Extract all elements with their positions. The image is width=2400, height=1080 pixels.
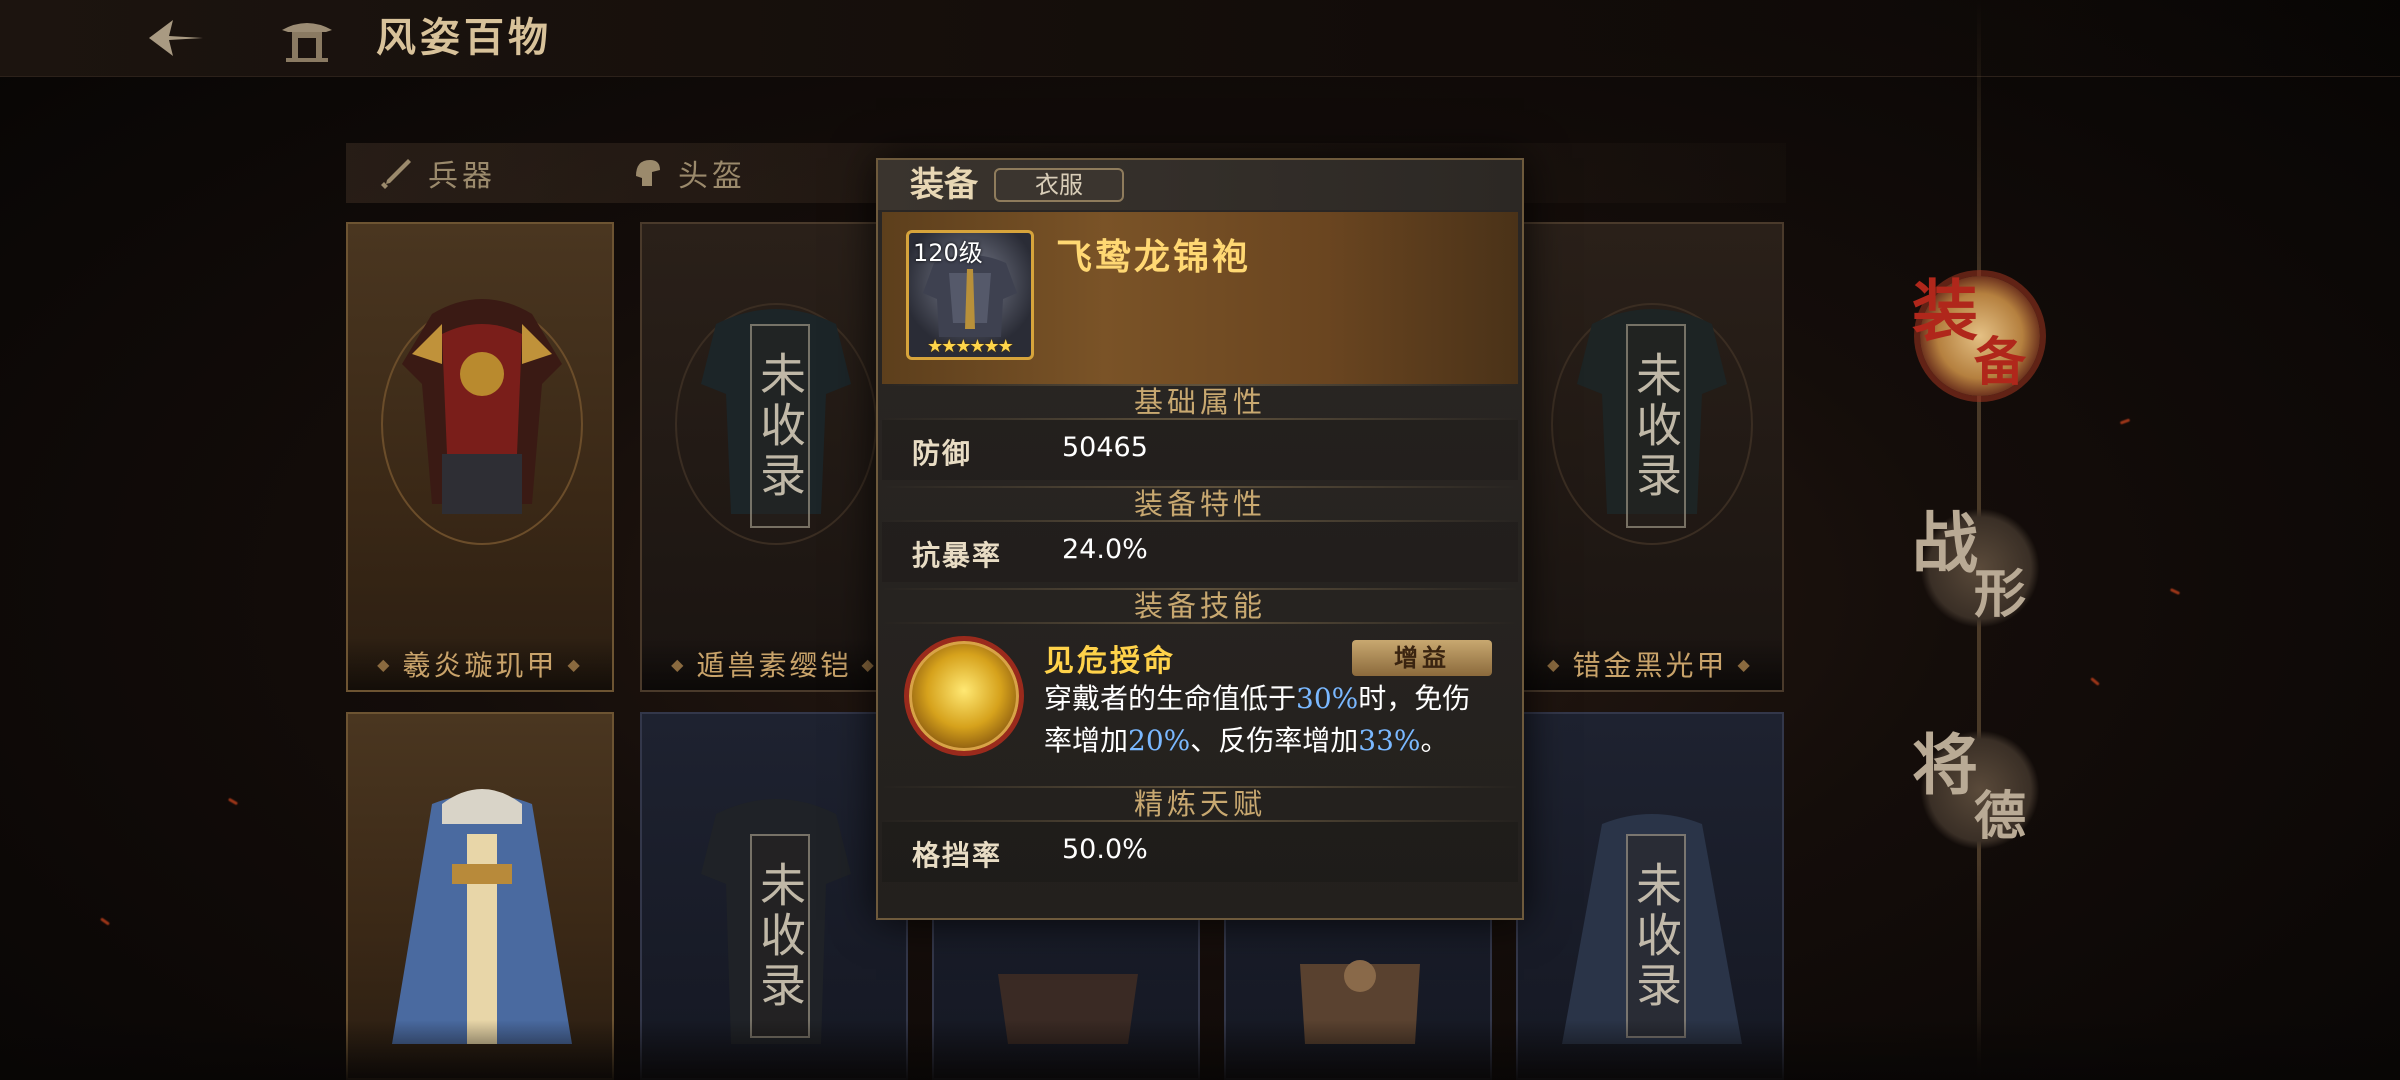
desc-highlight: 33% bbox=[1358, 724, 1421, 757]
item-stars: ★★★★★★ bbox=[927, 336, 1014, 357]
side-tab-formation[interactable]: 战 形 bbox=[1912, 490, 2052, 650]
back-arrow-icon bbox=[149, 20, 203, 56]
attr-label: 抗暴率 bbox=[912, 539, 1003, 572]
not-collected-stamp: 未收录 bbox=[750, 324, 810, 528]
card-name: ◆ 遁兽素缨铠 ◆ bbox=[642, 638, 906, 690]
item-icon: 120级 ★★★★★★ bbox=[906, 230, 1034, 360]
attr-label: 防御 bbox=[912, 437, 973, 470]
attr-value: 50.0% bbox=[1062, 834, 1148, 865]
section-title-basic: 基础属性 bbox=[882, 384, 1518, 420]
section-title-refine: 精炼天赋 bbox=[882, 786, 1518, 822]
side-tab-char: 德 bbox=[1974, 786, 2027, 847]
desc-text: 、反伤率增加 bbox=[1190, 724, 1359, 757]
equipment-card[interactable]: 未收录 ◆ 错金黑光甲 ◆ bbox=[1516, 222, 1784, 692]
desc-text: 。 bbox=[1420, 724, 1449, 757]
helmet-icon bbox=[636, 160, 660, 186]
attr-value: 50465 bbox=[1062, 432, 1148, 463]
side-tab-char: 装 bbox=[1912, 272, 1978, 350]
not-collected-stamp: 未收录 bbox=[1626, 324, 1686, 528]
item-type-badge: 衣服 bbox=[994, 168, 1124, 202]
ember-decor bbox=[2119, 418, 2131, 425]
skill-tag-badge: 增益 bbox=[1352, 640, 1492, 676]
game-screen: 风姿百物 兵器 头盔 ◆ 羲炎璇玑甲 ◆ 未收录 ◆ 遁兽素缨铠 ◆ 未收录 ◆… bbox=[0, 0, 2400, 1080]
attr-row-block: 格挡率 50.0% bbox=[882, 822, 1518, 882]
back-button[interactable] bbox=[140, 12, 210, 64]
tab-helmet[interactable]: 头盔 bbox=[630, 143, 746, 203]
tab-label: 头盔 bbox=[678, 159, 746, 194]
skill-icon bbox=[904, 636, 1024, 756]
item-detail-popup[interactable]: 装备 衣服 120级 ★★★★★★ 飞鸷龙锦袍 基础属性 防御 50465 装备… bbox=[876, 158, 1524, 920]
robe-figure-icon bbox=[392, 789, 572, 1044]
popup-header: 装备 衣服 bbox=[878, 160, 1522, 210]
popup-category: 装备 bbox=[910, 165, 978, 205]
side-tab-char: 将 bbox=[1912, 726, 1978, 804]
tab-weapon[interactable]: 兵器 bbox=[380, 143, 496, 203]
desc-highlight: 20% bbox=[1128, 724, 1191, 757]
section-title-trait: 装备特性 bbox=[882, 486, 1518, 522]
ember-decor bbox=[227, 797, 239, 806]
ember-decor bbox=[100, 917, 110, 926]
equipment-card[interactable]: 未收录 ◆ 遁兽素缨铠 ◆ bbox=[640, 222, 908, 692]
card-name: ◆ 错金黑光甲 ◆ bbox=[1518, 638, 1782, 690]
attr-value: 24.0% bbox=[1062, 534, 1148, 565]
side-tab-char: 形 bbox=[1974, 564, 2027, 625]
item-banner: 120级 ★★★★★★ 飞鸷龙锦袍 bbox=[882, 212, 1518, 384]
equipment-card[interactable]: ◆ 羲炎璇玑甲 ◆ bbox=[346, 222, 614, 692]
attr-row-crit-resist: 抗暴率 24.0% bbox=[882, 522, 1518, 582]
desc-highlight: 30% bbox=[1296, 682, 1359, 715]
ember-decor bbox=[2169, 588, 2181, 595]
top-bar: 风姿百物 bbox=[0, 0, 2400, 77]
side-tab-char: 战 bbox=[1912, 504, 1978, 582]
item-name: 飞鸷龙锦袍 bbox=[1056, 236, 1252, 278]
page-title: 风姿百物 bbox=[376, 14, 552, 61]
side-tab-equipment[interactable]: 装 备 bbox=[1912, 258, 2052, 418]
card-name: ◆ 羲炎璇玑甲 ◆ bbox=[348, 638, 612, 690]
not-collected-stamp: 未收录 bbox=[750, 834, 810, 1038]
side-tab-char: 备 bbox=[1974, 332, 2027, 393]
ember-decor bbox=[2090, 677, 2100, 686]
not-collected-stamp: 未收录 bbox=[1626, 834, 1686, 1038]
side-tab-virtue[interactable]: 将 德 bbox=[1912, 712, 2052, 872]
item-level: 120级 bbox=[913, 239, 983, 267]
attr-label: 格挡率 bbox=[912, 839, 1003, 872]
skill-description: 穿戴者的生命值低于30%时，免伤率增加20%、反伤率增加33%。 bbox=[1044, 678, 1494, 762]
sword-icon bbox=[381, 159, 411, 189]
attr-row-defense: 防御 50465 bbox=[882, 420, 1518, 480]
bottom-fade bbox=[0, 1020, 2400, 1080]
desc-text: 穿戴者的生命值低于 bbox=[1044, 682, 1297, 715]
pavilion-icon bbox=[282, 23, 332, 62]
armor-figure-icon bbox=[381, 299, 583, 545]
tab-label: 兵器 bbox=[428, 159, 496, 194]
skill-name: 见危授命 bbox=[1044, 644, 1176, 679]
section-title-skill: 装备技能 bbox=[882, 588, 1518, 624]
